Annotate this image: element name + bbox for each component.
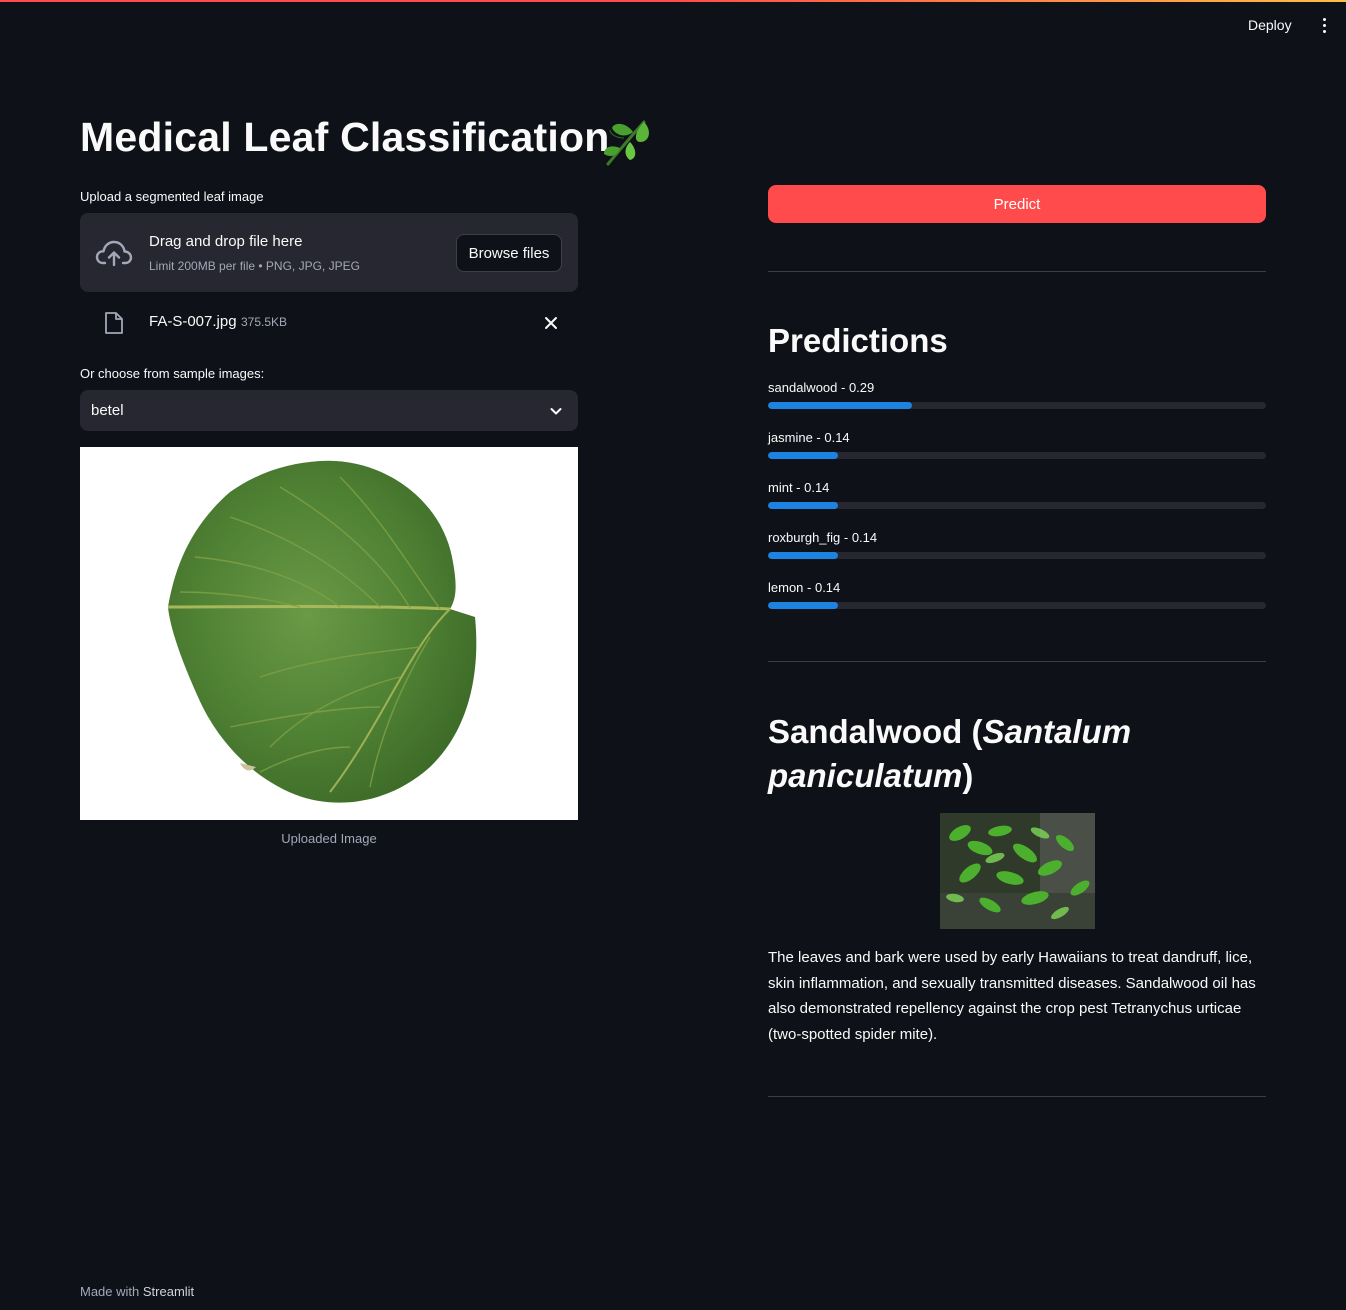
uploader-label: Upload a segmented leaf image — [80, 189, 264, 204]
prediction-row: lemon - 0.14 — [768, 580, 1266, 620]
prediction-progress-fill — [768, 502, 838, 509]
uploaded-file-size: 375.5KB — [241, 315, 288, 329]
species-photo — [940, 813, 1095, 929]
species-heading: Sandalwood (Santalum paniculatum) — [768, 713, 1132, 794]
dropzone-limit: Limit 200MB per file • PNG, JPG, JPEG — [149, 259, 360, 273]
prediction-label: mint - 0.14 — [768, 480, 830, 495]
cloud-upload-icon — [95, 240, 133, 267]
footer-prefix: Made with — [80, 1284, 140, 1299]
browse-files-button[interactable]: Browse files — [456, 234, 562, 272]
prediction-label: roxburgh_fig - 0.14 — [768, 530, 878, 545]
more-vertical-icon[interactable] — [1314, 14, 1334, 36]
chevron-down-icon — [550, 408, 562, 415]
prediction-progress-fill — [768, 602, 838, 609]
close-icon[interactable] — [542, 314, 560, 332]
prediction-row: roxburgh_fig - 0.14 — [768, 530, 1266, 570]
sample-select-value: betel — [91, 402, 124, 419]
page-title: Medical Leaf Classification — [80, 114, 610, 160]
uploaded-file-item: FA-S-007.jpg 375.5KB — [80, 306, 578, 340]
prediction-progress-fill — [768, 452, 838, 459]
sample-image-select[interactable]: betel — [80, 390, 578, 431]
herb-leaf-icon — [604, 120, 649, 166]
prediction-progress-track — [768, 552, 1266, 559]
uploaded-file-name: FA-S-007.jpg — [149, 313, 237, 330]
prediction-row: jasmine - 0.14 — [768, 430, 1266, 470]
predict-button[interactable]: Predict — [768, 185, 1266, 223]
dropzone-instruction: Drag and drop file here — [149, 233, 303, 250]
prediction-label: lemon - 0.14 — [768, 580, 841, 595]
prediction-label: jasmine - 0.14 — [768, 430, 850, 445]
prediction-row: mint - 0.14 — [768, 480, 1266, 520]
prediction-progress-track — [768, 452, 1266, 459]
prediction-progress-track — [768, 602, 1266, 609]
divider — [768, 1096, 1266, 1097]
prediction-progress-fill — [768, 552, 838, 559]
file-icon — [105, 312, 123, 334]
prediction-label: sandalwood - 0.29 — [768, 380, 875, 395]
uploaded-leaf-image — [80, 447, 578, 820]
prediction-row: sandalwood - 0.29 — [768, 380, 1266, 420]
species-common-name: Sandalwood — [768, 713, 963, 750]
divider — [768, 271, 1266, 272]
predictions-heading: Predictions — [768, 322, 948, 359]
divider — [768, 661, 1266, 662]
file-dropzone[interactable]: Drag and drop file here Limit 200MB per … — [80, 213, 578, 292]
sample-select-label: Or choose from sample images: — [80, 366, 265, 381]
prediction-progress-track — [768, 402, 1266, 409]
streamlit-link[interactable]: Streamlit — [143, 1284, 194, 1299]
footer: Made with Streamlit — [80, 1284, 194, 1299]
prediction-progress-fill — [768, 402, 913, 409]
deploy-button[interactable]: Deploy — [1248, 14, 1292, 36]
top-decoration-bar — [0, 0, 1346, 2]
species-description: The leaves and bark were used by early H… — [768, 949, 1256, 1043]
prediction-progress-track — [768, 502, 1266, 509]
image-caption: Uploaded Image — [281, 831, 377, 846]
